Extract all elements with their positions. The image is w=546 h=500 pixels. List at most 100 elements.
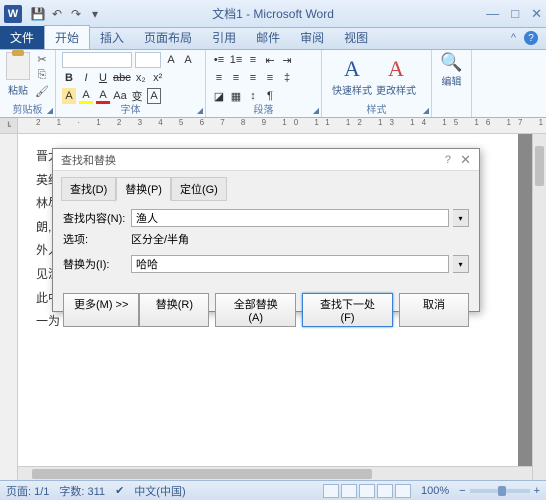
replace-with-input[interactable]: 哈哈	[131, 255, 449, 273]
cancel-button[interactable]: 取消	[399, 293, 469, 327]
save-icon[interactable]: 💾	[30, 6, 46, 22]
font-color-button[interactable]: A	[96, 88, 110, 104]
decrease-indent-button[interactable]: ⇤	[263, 52, 277, 68]
vertical-ruler[interactable]	[0, 134, 18, 480]
minimize-button[interactable]: —	[486, 6, 499, 22]
copy-icon[interactable]: ⎘	[34, 68, 50, 82]
full-screen-view-button[interactable]	[341, 484, 357, 498]
shrink-font-icon[interactable]: A	[181, 52, 195, 68]
find-dropdown-icon[interactable]: ▾	[453, 209, 469, 227]
align-center-button[interactable]: ≡	[229, 70, 243, 86]
replace-button[interactable]: 替换(R)	[139, 293, 209, 327]
tab-home[interactable]: 开始	[44, 25, 90, 49]
multilevel-button[interactable]: ≡	[246, 52, 260, 68]
quick-styles-button[interactable]: A 快速样式	[332, 56, 372, 97]
dialog-help-icon[interactable]: ?	[445, 154, 451, 166]
clipboard-launcher-icon[interactable]: ◢	[47, 106, 53, 115]
styles-launcher-icon[interactable]: ◢	[423, 106, 429, 115]
underline-button[interactable]: U	[96, 70, 110, 86]
shading-button[interactable]: ◪	[212, 88, 226, 104]
horizontal-scrollbar[interactable]	[18, 466, 532, 480]
dialog-tab-goto[interactable]: 定位(G)	[171, 177, 227, 201]
line-spacing-button[interactable]: ‡	[280, 70, 294, 86]
scrollbar-thumb[interactable]	[32, 469, 372, 479]
outline-view-button[interactable]	[377, 484, 393, 498]
maximize-button[interactable]: □	[511, 6, 519, 22]
font-size-combo[interactable]	[135, 52, 161, 68]
superscript-button[interactable]: x²	[151, 70, 165, 86]
tab-layout[interactable]: 页面布局	[134, 26, 202, 49]
word-count[interactable]: 字数: 311	[59, 483, 105, 499]
font-family-combo[interactable]	[62, 52, 132, 68]
italic-button[interactable]: I	[79, 70, 93, 86]
increase-indent-button[interactable]: ⇥	[280, 52, 294, 68]
highlight-button[interactable]: A	[79, 88, 93, 104]
replace-all-button[interactable]: 全部替换(A)	[215, 293, 296, 327]
paste-button[interactable]: 粘贴	[6, 52, 30, 98]
options-label: 选项:	[63, 231, 127, 247]
change-styles-button[interactable]: A 更改样式	[376, 56, 416, 97]
styles-label: 样式	[367, 101, 387, 116]
dialog-tab-find[interactable]: 查找(D)	[61, 177, 116, 201]
vertical-scrollbar[interactable]	[532, 134, 546, 480]
quick-access-toolbar: 💾 ↶ ↷ ▾	[30, 6, 103, 22]
zoom-track[interactable]	[470, 489, 530, 493]
help-icon[interactable]: ?	[524, 31, 538, 45]
numbering-button[interactable]: 1≡	[229, 52, 243, 68]
borders-button[interactable]: ▦	[229, 88, 243, 104]
draft-view-button[interactable]	[395, 484, 411, 498]
find-next-button[interactable]: 查找下一处(F)	[302, 293, 393, 327]
title-bar: W 💾 ↶ ↷ ▾ 文档1 - Microsoft Word — □ ✕	[0, 0, 546, 28]
horizontal-ruler[interactable]: ┗ 2 1 · 1 2 3 4 5 6 7 8 9 10 11 12 13 14…	[0, 118, 546, 134]
dialog-tab-replace[interactable]: 替换(P)	[116, 177, 171, 201]
zoom-in-button[interactable]: +	[534, 485, 540, 497]
ribbon-minimize-icon[interactable]: ^	[511, 32, 516, 44]
editing-button[interactable]: 🔍 编辑	[438, 52, 465, 88]
find-what-input[interactable]: 渔人	[131, 209, 449, 227]
tab-review[interactable]: 审阅	[290, 26, 334, 49]
redo-icon[interactable]: ↷	[68, 6, 84, 22]
scrollbar-thumb[interactable]	[535, 146, 544, 186]
undo-icon[interactable]: ↶	[49, 6, 65, 22]
more-button[interactable]: 更多(M) >>	[63, 293, 139, 327]
group-font: A A B I U abc x₂ x² A A A Aa 变 A 字体 ◢	[56, 50, 206, 117]
char-border-button[interactable]: A	[147, 88, 161, 104]
align-left-button[interactable]: ≡	[212, 70, 226, 86]
web-layout-view-button[interactable]	[359, 484, 375, 498]
zoom-level[interactable]: 100%	[421, 485, 449, 497]
subscript-button[interactable]: x₂	[134, 70, 148, 86]
bullets-button[interactable]: •≡	[212, 52, 226, 68]
tab-view[interactable]: 视图	[334, 26, 378, 49]
spell-check-icon[interactable]: ✔	[115, 484, 124, 497]
dialog-close-icon[interactable]: ✕	[460, 152, 471, 168]
language-indicator[interactable]: 中文(中国)	[134, 483, 185, 499]
strikethrough-button[interactable]: abc	[113, 70, 131, 86]
dialog-tabs: 查找(D) 替换(P) 定位(G)	[61, 177, 479, 201]
tab-references[interactable]: 引用	[202, 26, 246, 49]
text-effects-button[interactable]: A	[62, 88, 76, 104]
grow-font-icon[interactable]: A	[164, 52, 178, 68]
justify-button[interactable]: ≡	[263, 70, 277, 86]
zoom-slider[interactable]: − +	[459, 485, 540, 497]
find-icon: 🔍	[440, 52, 462, 73]
cut-icon[interactable]: ✂	[34, 52, 50, 66]
zoom-thumb[interactable]	[498, 486, 506, 496]
align-right-button[interactable]: ≡	[246, 70, 260, 86]
qat-more-icon[interactable]: ▾	[87, 6, 103, 22]
print-layout-view-button[interactable]	[323, 484, 339, 498]
paragraph-launcher-icon[interactable]: ◢	[313, 106, 319, 115]
format-painter-icon[interactable]: 🖌	[34, 84, 50, 98]
bold-button[interactable]: B	[62, 70, 76, 86]
tab-mailings[interactable]: 邮件	[246, 26, 290, 49]
status-bar: 页面: 1/1 字数: 311 ✔ 中文(中国) 100% − +	[0, 480, 546, 500]
close-button[interactable]: ✕	[531, 6, 542, 22]
zoom-out-button[interactable]: −	[459, 485, 465, 497]
replace-dropdown-icon[interactable]: ▾	[453, 255, 469, 273]
clipboard-label: 剪贴板	[13, 101, 43, 116]
tab-insert[interactable]: 插入	[90, 26, 134, 49]
tab-file[interactable]: 文件	[0, 26, 44, 49]
dialog-titlebar[interactable]: 查找和替换 ? ✕	[53, 149, 479, 171]
font-launcher-icon[interactable]: ◢	[197, 106, 203, 115]
group-paragraph: •≡ 1≡ ≡ ⇤ ⇥ ≡ ≡ ≡ ≡ ‡ ◪ ▦ ↕ ¶ 段落 ◢	[206, 50, 322, 117]
page-indicator[interactable]: 页面: 1/1	[6, 483, 49, 499]
